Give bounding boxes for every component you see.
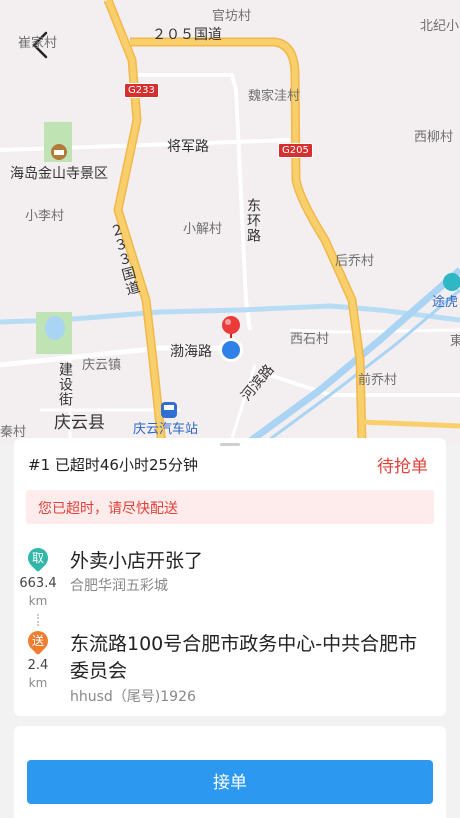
map-label-jianshejie: 建设街 (57, 362, 73, 407)
map-label-jiangjunlu: 将军路 (167, 139, 209, 155)
order-status: 待抢单 (377, 457, 428, 477)
pickup-badge-label: 取 (31, 551, 44, 565)
delivery-badge-label: 送 (31, 634, 44, 648)
delivery-address: 东流路100号合肥市政务中心-中共合肥市委员会 (70, 633, 418, 682)
map-label-guanfangcun: 官坊村 (212, 9, 252, 24)
map-label-road-205: ２０５国道 (152, 27, 222, 43)
map-label-donghuanlu: 东环路 (245, 198, 261, 243)
map-label-qianqiaocun: 前乔村 (358, 373, 398, 388)
map-label-qingyunzhen: 庆云镇 (82, 358, 122, 373)
order-card: #1 已超时46小时25分钟 待抢单 您已超时，请尽快配送 取 663.4 km… (14, 438, 446, 716)
shop-address: 合肥华润五彩城 (70, 578, 168, 594)
map-label-cuijiacun: 崔家村 (18, 36, 58, 51)
map-label-east-edge: 東 (450, 334, 460, 349)
road-shield-g233: G233 (124, 83, 159, 98)
map-label-jinshansi: 海岛金山寺景区 (10, 166, 108, 182)
pickup-distance-unit: km (28, 594, 48, 608)
route-connector (37, 614, 41, 626)
map-view[interactable]: 崔家村 官坊村 北纪小 ２０５国道 G233 G205 魏家洼村 西柳村 海岛金… (0, 0, 460, 445)
accept-order-button[interactable]: 接单 (27, 760, 433, 804)
map-label-xiaolicun: 小李村 (25, 209, 65, 224)
order-summary: #1 已超时46小时25分钟 (28, 456, 199, 474)
map-label-bus-station: 庆云汽车站 (133, 422, 199, 437)
map-label-qingyunxian: 庆云县 (54, 413, 105, 433)
pickup-pin-icon: 取 (23, 543, 53, 573)
map-label-xiaojiecun: 小解村 (183, 222, 223, 237)
overtime-warning-text: 您已超时，请尽快配送 (38, 501, 178, 517)
map-label-bohailu: 渤海路 (170, 344, 212, 360)
road-shield-g205: G205 (278, 143, 313, 158)
delivery-distance: 2.4 (27, 658, 49, 673)
map-label-xiliucun: 西柳村 (414, 130, 454, 145)
map-label-weijiawa: 魏家洼村 (248, 89, 301, 104)
delivery-pin-icon: 送 (23, 626, 53, 656)
map-label-xishicun: 西石村 (290, 332, 330, 347)
overtime-warning: 您已超时，请尽快配送 (26, 490, 434, 524)
shop-name: 外卖小店开张了 (70, 550, 204, 572)
drag-handle[interactable] (220, 443, 240, 446)
map-label-houqiaocun: 后乔村 (335, 254, 375, 269)
map-label-beijizhuang: 北纪小 (420, 19, 460, 34)
pickup-distance: 663.4 (19, 576, 57, 591)
delivery-distance-unit: km (28, 676, 48, 690)
map-label-tuhu: 途虎 (432, 295, 459, 310)
action-bar: 接单 (14, 726, 446, 818)
delivery-contact: hhusd（尾号)1926 (70, 689, 196, 705)
